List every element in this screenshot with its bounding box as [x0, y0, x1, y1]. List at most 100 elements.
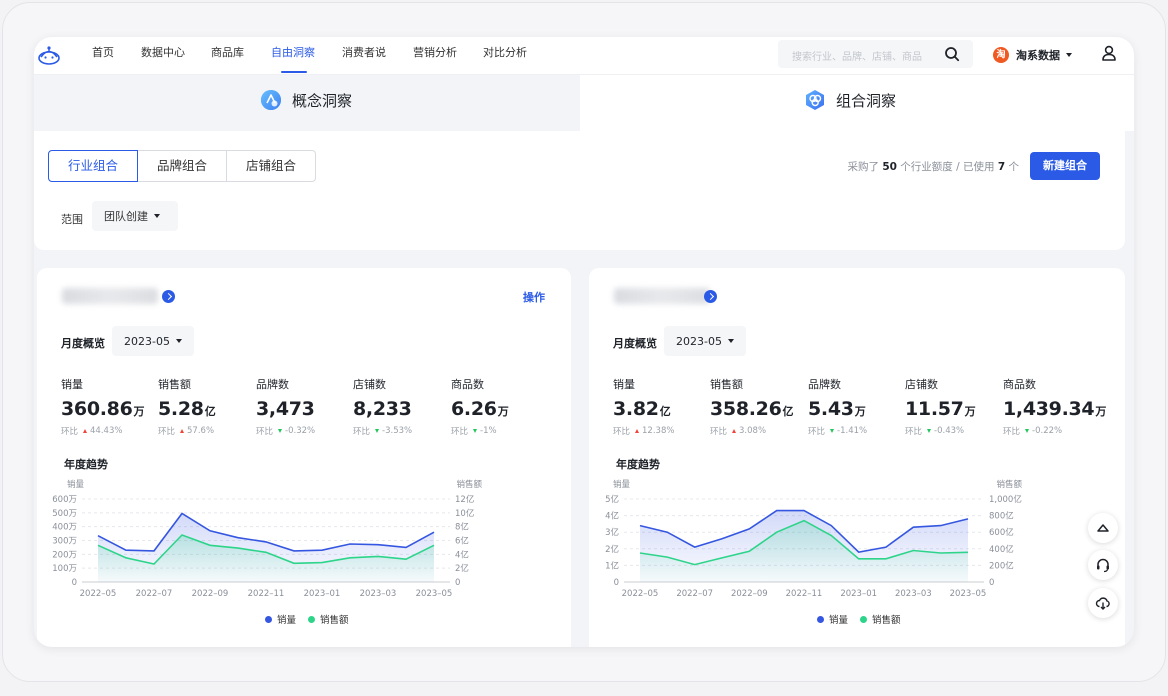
quota-prefix: 采购了	[847, 161, 879, 173]
quota-text: 采购了 50 个行业额度 / 已使用 7 个	[847, 159, 1019, 174]
cloud-download-icon	[1095, 597, 1110, 610]
metric-block: 品牌数 3,473 环比 -0.32%	[256, 376, 316, 437]
nav-item-consumer-voice[interactable]: 消费者说	[342, 37, 386, 75]
change-label: 环比	[451, 427, 469, 437]
x-tick-label: 2022–11	[248, 589, 285, 599]
metric-change: 环比 57.6%	[158, 425, 215, 437]
change-value: 12.38%	[642, 426, 675, 436]
metric-unit: 亿	[782, 405, 794, 418]
nav-item-compare-analysis[interactable]: 对比分析	[483, 37, 527, 75]
metric-number: 8,233	[353, 398, 412, 420]
app-logo-icon[interactable]	[36, 42, 62, 68]
trend-down-icon	[375, 429, 380, 433]
legend-label: 销售额	[320, 615, 349, 626]
metric-change: 环比 -0.22%	[1003, 425, 1106, 437]
metric-block: 销售额 5.28亿 环比 57.6%	[158, 376, 216, 437]
insight-mode-tabs: 概念洞察 组合洞察	[34, 75, 1134, 131]
monthly-overview-label: 月度概览	[61, 337, 105, 350]
change-value: -3.53%	[382, 426, 413, 436]
scope-select[interactable]: 团队创建	[92, 201, 178, 231]
caret-up-icon	[1097, 524, 1109, 532]
legend-dot	[817, 615, 824, 623]
chevron-right-icon[interactable]	[162, 290, 175, 303]
y2-tick-label: 600亿	[989, 527, 1014, 538]
nav-item-data-center[interactable]: 数据中心	[141, 37, 185, 75]
y-tick-label: 500万	[52, 509, 77, 519]
month-value: 2023-05	[124, 334, 170, 348]
legend-dot	[860, 615, 868, 623]
data-source-selector[interactable]: 淘 淘系数据	[993, 44, 1072, 66]
metric-number: 3.82	[613, 398, 659, 420]
metric-value: 5.28亿	[158, 398, 216, 420]
y2-tick-label: 800亿	[989, 511, 1014, 522]
customer-service-button[interactable]	[1088, 550, 1118, 580]
nav-item-product-library[interactable]: 商品库	[211, 37, 244, 75]
change-label: 环比	[905, 427, 923, 437]
search-placeholder: 搜索行业、品牌、店铺、商品	[792, 52, 922, 63]
back-to-top-button[interactable]	[1088, 513, 1118, 543]
change-label: 环比	[710, 427, 728, 437]
metric-unit: 亿	[204, 405, 216, 418]
metric-value: 3.82亿	[613, 398, 674, 420]
nav-item-home[interactable]: 首页	[92, 37, 114, 75]
combo-insight-label: 组合洞察	[836, 91, 897, 110]
x-tick-label: 2022–11	[786, 589, 823, 599]
month-select[interactable]: 2023-05	[664, 326, 746, 356]
metric-unit: 万	[497, 405, 509, 418]
legend-label: 销量	[277, 615, 297, 626]
nav-item-free-insight[interactable]: 自由洞察	[271, 37, 315, 75]
legend-dot	[265, 615, 272, 623]
segment-store-combo[interactable]: 店铺组合	[227, 151, 315, 181]
metric-unit: 万	[964, 405, 976, 418]
metric-value: 11.57万	[905, 398, 976, 420]
legend-item[interactable]: 销售额	[308, 612, 349, 626]
metric-value: 5.43万	[808, 398, 867, 420]
x-tick-label: 2022–09	[192, 589, 229, 599]
new-combo-button[interactable]: 新建组合	[1030, 152, 1100, 180]
y-tick-label: 2亿	[605, 544, 619, 555]
caret-down-icon	[154, 214, 160, 218]
quota-suffix: 个	[1008, 161, 1020, 173]
x-tick-label: 2023–05	[950, 589, 987, 599]
y-axis-title-left: 销量	[67, 479, 85, 490]
download-button[interactable]	[1088, 588, 1118, 618]
metric-number: 1,439.34	[1003, 398, 1095, 420]
legend-item[interactable]: 销售额	[860, 612, 901, 626]
caret-down-icon	[175, 339, 182, 343]
metric-label: 品牌数	[808, 378, 841, 391]
nav-active-indicator	[281, 71, 307, 73]
month-value: 2023-05	[676, 334, 722, 348]
search-icon[interactable]	[944, 46, 960, 62]
caret-down-icon	[727, 339, 734, 343]
month-select[interactable]: 2023-05	[112, 326, 194, 356]
user-icon[interactable]	[1100, 44, 1118, 62]
legend-item[interactable]: 销量	[817, 612, 848, 626]
change-label: 环比	[353, 427, 371, 437]
metric-change: 环比 -0.43%	[905, 425, 975, 437]
combo-type-segmented-control: 行业组合 品牌组合 店铺组合	[48, 150, 316, 182]
y-axis-title-right: 销售额	[456, 479, 482, 490]
metric-block: 商品数 6.26万 环比 -1%	[451, 376, 509, 437]
legend-item[interactable]: 销量	[265, 612, 296, 626]
change-value: -0.32%	[285, 426, 316, 436]
y-tick-label: 100万	[52, 564, 77, 574]
search-input[interactable]: 搜索行业、品牌、店铺、商品	[778, 40, 973, 68]
chevron-right-icon[interactable]	[704, 290, 717, 303]
legend-dot	[308, 615, 316, 623]
x-tick-label: 2023–03	[360, 589, 397, 599]
metric-label: 销量	[613, 378, 635, 391]
metric-block: 店铺数 11.57万 环比 -0.43%	[905, 376, 976, 437]
tab-concept-insight[interactable]: 概念洞察	[34, 75, 580, 131]
y2-tick-label: 2亿	[455, 563, 469, 574]
combo-insight-icon	[806, 90, 824, 110]
y2-tick-label: 10亿	[455, 508, 474, 519]
scope-label: 范围	[61, 213, 83, 226]
tab-combo-insight[interactable]: 组合洞察	[580, 75, 1134, 131]
segment-industry-combo[interactable]: 行业组合	[48, 150, 138, 182]
metric-value: 360.86万	[61, 398, 145, 420]
operation-link[interactable]: 操作	[523, 289, 545, 305]
change-label: 环比	[1003, 427, 1021, 437]
nav-item-marketing-analysis[interactable]: 营销分析	[413, 37, 457, 75]
metric-label: 销售额	[710, 378, 743, 391]
segment-brand-combo[interactable]: 品牌组合	[138, 151, 227, 181]
